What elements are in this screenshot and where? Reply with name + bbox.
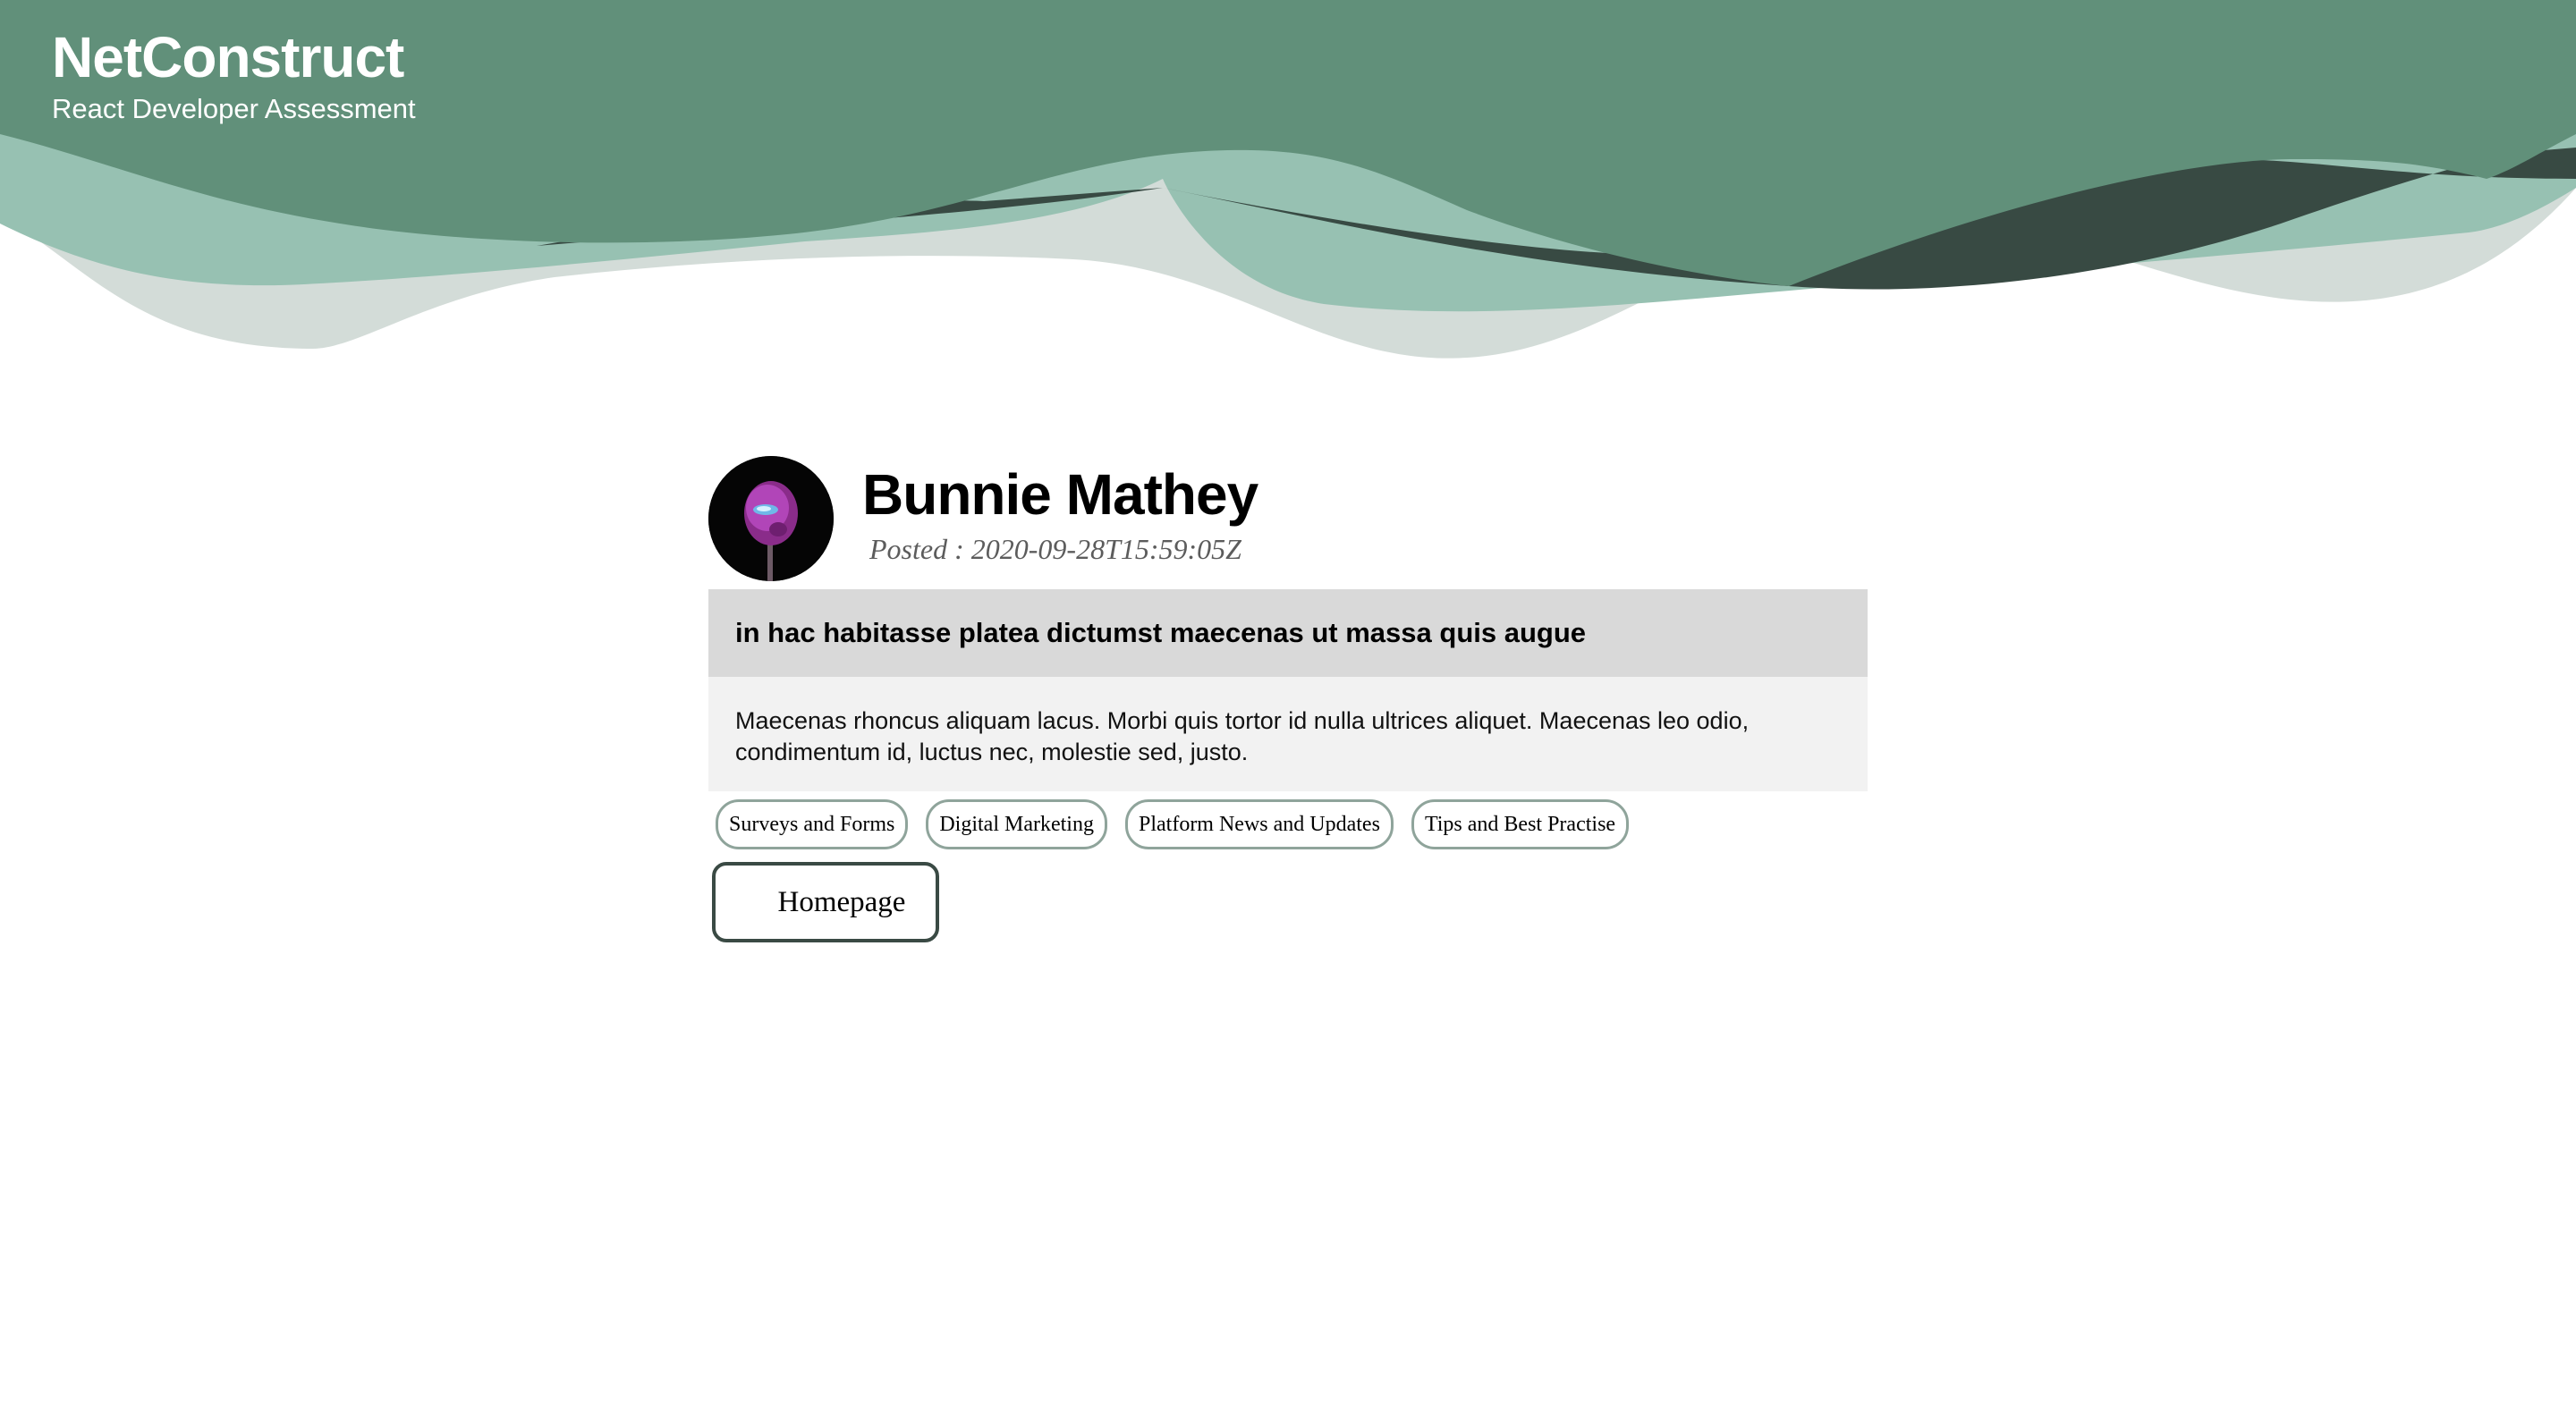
post-header: Bunnie Mathey Posted:2020-09-28T15:59:05… [708,456,1868,590]
posted-date: 2020-09-28T15:59:05Z [970,533,1241,565]
tag-list: Surveys and Forms Digital Marketing Plat… [716,799,1630,849]
site-header: NetConstruct React Developer Assessment [0,0,2576,376]
homepage-button[interactable]: Homepage [712,862,939,942]
tag-surveys-and-forms[interactable]: Surveys and Forms [716,799,909,849]
post-body: Maecenas rhoncus aliquam lacus. Morbi qu… [708,677,1868,791]
author-name: Bunnie Mathey [862,462,1258,527]
brand: NetConstruct React Developer Assessment [52,23,416,127]
post-title: in hac habitasse platea dictumst maecena… [735,617,1587,648]
posted-timestamp: Posted:2020-09-28T15:59:05Z [869,531,1241,567]
posted-label: Posted [869,533,948,565]
post-text: Maecenas rhoncus aliquam lacus. Morbi qu… [735,707,1750,765]
brand-subtitle: React Developer Assessment [52,93,416,124]
post-title-bar: in hac habitasse platea dictumst maecena… [708,589,1868,677]
tag-platform-news-and-updates[interactable]: Platform News and Updates [1124,799,1394,849]
avatar-image [708,456,834,581]
tag-tips-and-best-practise[interactable]: Tips and Best Practise [1411,799,1630,849]
posted-separator: : [954,533,964,565]
tag-digital-marketing[interactable]: Digital Marketing [926,799,1107,849]
post-card: Bunnie Mathey Posted:2020-09-28T15:59:05… [708,456,1868,942]
brand-title: NetConstruct [52,25,404,89]
author-avatar [708,456,834,581]
